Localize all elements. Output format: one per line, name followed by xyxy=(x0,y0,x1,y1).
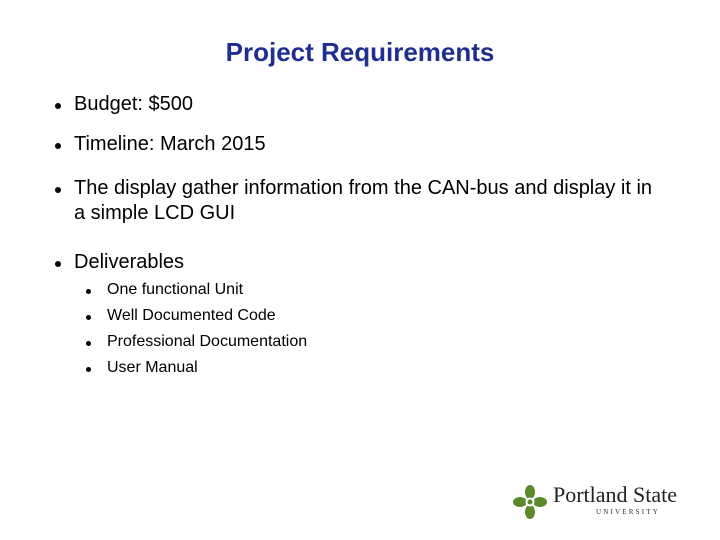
sub-bullet-text: Professional Documentation xyxy=(107,333,308,350)
logo-name: Portland State xyxy=(553,482,678,507)
bullet-text: Budget: $500 xyxy=(74,93,193,115)
sub-bullet-text: User Manual xyxy=(107,359,198,376)
portland-state-leaf-icon xyxy=(513,485,547,519)
sub-bullet-dot-icon xyxy=(86,341,91,346)
sub-bullet-dot-icon xyxy=(86,367,91,372)
bullet-text: The display gather information from the … xyxy=(74,177,653,224)
bullet-text: Timeline: March 2015 xyxy=(74,133,266,155)
sub-bullet-text: Well Documented Code xyxy=(107,307,276,324)
bullet-dot-icon xyxy=(55,261,61,267)
bullet-text: Deliverables xyxy=(74,251,185,273)
sub-bullet-dot-icon xyxy=(86,315,91,320)
slide: Project Requirements Budget: $500 Timeli… xyxy=(0,0,720,540)
logo-subtitle: UNIVERSITY xyxy=(596,508,660,516)
portland-state-logo: Portland State UNIVERSITY xyxy=(512,482,702,522)
sub-bullet-text: One functional Unit xyxy=(107,281,244,298)
slide-title: Project Requirements xyxy=(225,37,495,67)
sub-bullet-dot-icon xyxy=(86,289,91,294)
bullet-dot-icon xyxy=(55,103,61,109)
bullet-dot-icon xyxy=(55,143,61,149)
bullet-dot-icon xyxy=(55,187,61,193)
